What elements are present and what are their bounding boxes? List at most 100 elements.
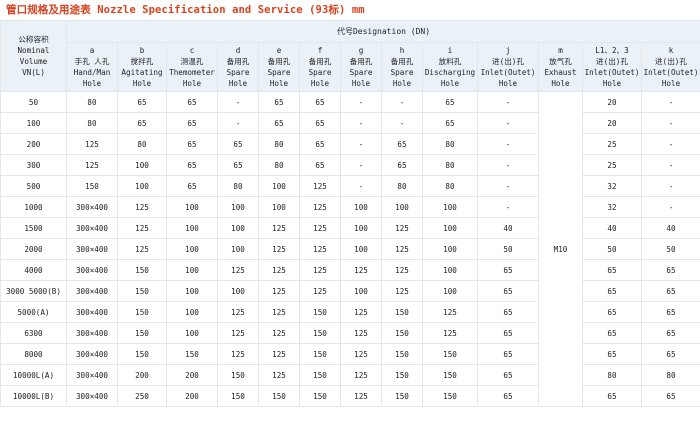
column-header: L1、2、3 进(出)孔 Inlet(Outet) Hole (582, 42, 642, 92)
table-cell: 65 (166, 91, 218, 113)
table-cell: 80 (381, 175, 423, 197)
table-cell: - (340, 112, 382, 134)
table-cell: 100 (217, 196, 259, 218)
table-cell: 65 (640, 301, 700, 323)
table-cell: 65 (640, 385, 700, 407)
table-cell: - (381, 91, 423, 113)
table-cell: 150 (217, 364, 259, 386)
table-cell: 125 (340, 364, 382, 386)
column-header-line: 备用孔 (349, 57, 373, 66)
column-header-line: Hole (269, 79, 289, 88)
table-cell: 100 (217, 280, 259, 302)
table-cell: 65 (299, 154, 341, 176)
table-cell: 50 (582, 238, 642, 260)
table-cell: 100 (166, 322, 218, 344)
table-cell: 125 (117, 217, 167, 239)
table-cell: 65 (640, 259, 700, 281)
table-cell: 100 (166, 196, 218, 218)
table-cell: 100 (217, 238, 259, 260)
volume-cell: 10000L(A) (0, 364, 67, 386)
table-cell: 20 (582, 112, 642, 134)
column-header: i 放料孔 Discharging Hole (422, 42, 478, 92)
designation-group-header: 代号Designation (DN) (65, 20, 700, 43)
column-header-line: Spare (226, 68, 250, 77)
table-cell: 125 (117, 238, 167, 260)
column-header-line: e (276, 46, 282, 55)
volume-cell: 300 (0, 154, 67, 176)
table-cell: 125 (117, 196, 167, 218)
column-header-line: Agitating (121, 68, 163, 77)
table-cell: 300×400 (66, 322, 118, 344)
table-cell: 150 (117, 259, 167, 281)
column-header-line: a (89, 46, 95, 55)
table-cell: 65 (117, 91, 167, 113)
column-header: c 测温孔 Themometer Hole (166, 42, 218, 92)
table-cell: 125 (381, 259, 423, 281)
table-cell: 150 (166, 343, 218, 365)
table-cell: 20 (582, 91, 642, 113)
table-cell: 300×400 (66, 301, 118, 323)
column-header-line: 备用孔 (267, 57, 291, 66)
column-header-row: a 手孔 人孔 Hand/Man Hole b 搅拌孔 Agitating Hole c 测温孔 T… (1, 42, 700, 92)
table-cell: 25 (582, 154, 642, 176)
table-cell: 125 (381, 238, 423, 260)
column-header-line: i (447, 46, 453, 55)
column-header-line: 进(出)孔 (596, 57, 628, 66)
column-header: h 备用孔 Spare Hole (381, 42, 423, 92)
corner-header-line: 公称容积 (18, 35, 49, 44)
table-cell: 65 (582, 301, 642, 323)
column-header: j 进(出)孔 Inlet(Outet) Hole (477, 42, 539, 92)
table-row: 1000 300×400 125 100 100 100 125 100 100 100-32- (0, 196, 700, 218)
table-cell: 100 (258, 175, 300, 197)
table-cell: - (640, 175, 700, 197)
table-cell: 65 (217, 133, 259, 155)
table-cell: 65 (640, 280, 700, 302)
volume-cell: 5000(A) (0, 301, 67, 323)
table-cell: 125 (340, 385, 382, 407)
column-header-line: f (317, 46, 323, 55)
table-cell: 80 (66, 91, 118, 113)
table-cell: 80 (640, 364, 700, 386)
column-header: k 进(出)孔 Inlet(Outet) Hole (640, 42, 700, 92)
column-header-line: m (558, 46, 563, 55)
table-cell: - (217, 112, 259, 134)
table-cell: 125 (299, 175, 341, 197)
volume-cell: 200 (0, 133, 67, 155)
table-cell: 65 (258, 91, 300, 113)
table-cell: 65 (117, 112, 167, 134)
table-cell: 125 (299, 217, 341, 239)
column-header-line: 进(出)孔 (655, 57, 687, 66)
table-cell: 100 (117, 154, 167, 176)
table-cell: 125 (340, 322, 382, 344)
table-row: 200 125 80 65 65 80 65-65 80-25- (0, 133, 700, 155)
table-cell: 125 (258, 343, 300, 365)
table-row: 4000 300×400 150 100 125 125 125 125 125 100 65 65 6… (0, 259, 700, 281)
column-header-line: Inlet(Outet) (643, 68, 699, 77)
table-cell: 150 (299, 385, 341, 407)
volume-cell: 2000 (0, 238, 67, 260)
table-cell: - (477, 91, 539, 113)
column-header-line: Hole (82, 79, 102, 88)
column-header-line: 放气孔 (549, 57, 572, 66)
table-cell: 200 (166, 364, 218, 386)
corner-header-line: VN(L) (22, 68, 45, 77)
table-cell: 150 (258, 385, 300, 407)
table-cell: 80 (258, 154, 300, 176)
table-row: 8000 300×400 150 150 125 125 150 125 150 150 65 65 6… (0, 343, 700, 365)
column-header-line: 备用孔 (226, 57, 250, 66)
table-cell: 250 (117, 385, 167, 407)
table-row: 2000 300×400 125 100 100 125 125 100 125 100 50 50 5… (0, 238, 700, 260)
table-cell: 100 (166, 217, 218, 239)
table-cell: - (381, 112, 423, 134)
table-cell: 125 (258, 280, 300, 302)
column-header-line: Hole (392, 79, 412, 88)
column-header-line: 搅拌孔 (130, 57, 154, 66)
column-header-line: g (358, 46, 364, 55)
column-header-line: Spare (267, 68, 291, 77)
table-row: 10000L(B) 300×400 250 200 150 150 150 125 150 150… (0, 385, 700, 407)
column-header: a 手孔 人孔 Hand/Man Hole (66, 42, 118, 92)
column-header-line: Hole (602, 79, 622, 88)
table-cell: 125 (258, 364, 300, 386)
column-header-line: Hole (351, 79, 371, 88)
column-header-line: Inlet(Outet) (480, 68, 536, 77)
